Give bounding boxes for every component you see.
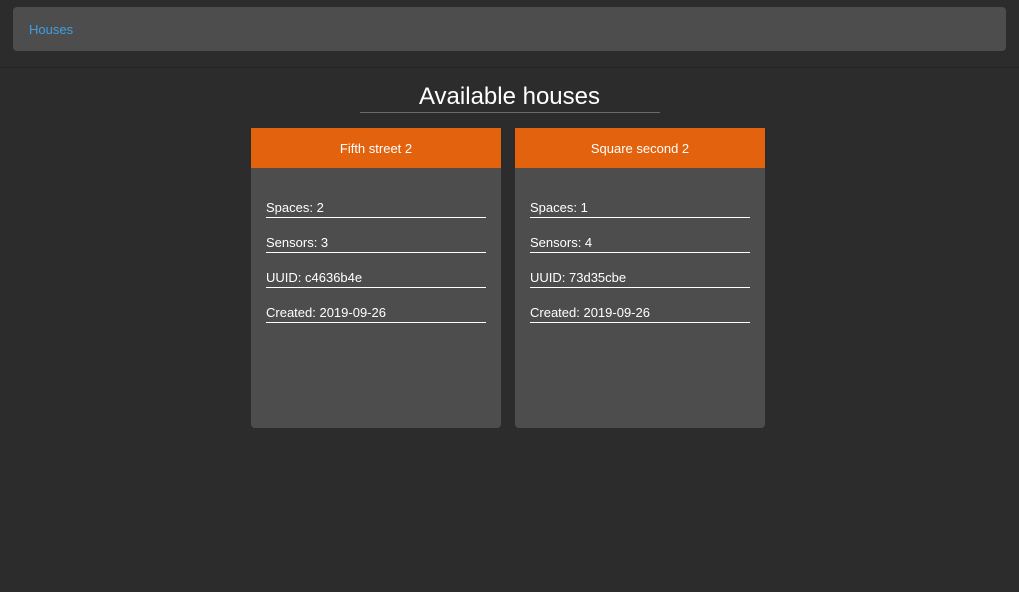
breadcrumb-link-houses[interactable]: Houses (29, 22, 73, 37)
page-title: Available houses (418, 83, 601, 110)
house-card-title[interactable]: Square second 2 (515, 128, 765, 168)
breadcrumb: Houses (13, 7, 1006, 51)
house-uuid: UUID: 73d35cbe (530, 270, 750, 288)
house-spaces: Spaces: 2 (266, 200, 486, 218)
house-created: Created: 2019-09-26 (266, 305, 486, 323)
house-card-body: Spaces: 1 Sensors: 4 UUID: 73d35cbe Crea… (515, 168, 765, 323)
house-card-body: Spaces: 2 Sensors: 3 UUID: c4636b4e Crea… (251, 168, 501, 323)
house-sensors: Sensors: 3 (266, 235, 486, 253)
house-created: Created: 2019-09-26 (530, 305, 750, 323)
page-title-container: Available houses (359, 83, 660, 113)
house-card[interactable]: Fifth street 2 Spaces: 2 Sensors: 3 UUID… (251, 128, 501, 428)
house-sensors: Sensors: 4 (530, 235, 750, 253)
house-card-title[interactable]: Fifth street 2 (251, 128, 501, 168)
top-navigation: Houses (0, 0, 1019, 68)
house-uuid: UUID: c4636b4e (266, 270, 486, 288)
house-card[interactable]: Square second 2 Spaces: 1 Sensors: 4 UUI… (515, 128, 765, 428)
house-spaces: Spaces: 1 (530, 200, 750, 218)
house-card-list: Fifth street 2 Spaces: 2 Sensors: 3 UUID… (251, 128, 765, 428)
